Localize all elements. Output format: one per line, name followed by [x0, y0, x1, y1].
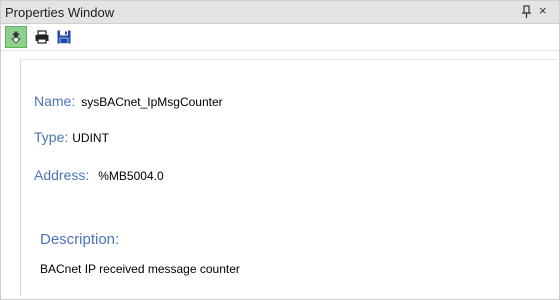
- title-bar[interactable]: Properties Window ×: [1, 1, 559, 24]
- name-row: Name: sysBACnet_IpMsgCounter: [34, 93, 223, 113]
- address-row: Address: %MB5004.0: [34, 167, 164, 187]
- address-label: Address:: [34, 167, 90, 183]
- name-value: sysBACnet_IpMsgCounter: [81, 95, 223, 109]
- print-button[interactable]: [31, 26, 53, 48]
- description-value: BACnet IP received message counter: [40, 262, 240, 276]
- name-label: Name:: [34, 93, 76, 109]
- close-button[interactable]: ×: [539, 3, 547, 19]
- type-label: Type:: [34, 129, 69, 145]
- window-title: Properties Window: [5, 5, 115, 20]
- toolbar-divider: [1, 50, 559, 51]
- address-value: %MB5004.0: [98, 169, 164, 183]
- toolbar: [1, 24, 559, 50]
- description-label: Description:: [40, 231, 120, 248]
- type-value: UDINT: [72, 131, 109, 145]
- properties-window: Properties Window × Name: sysBACnet_IpMs…: [0, 0, 560, 300]
- save-button[interactable]: [53, 26, 75, 48]
- navigate-button[interactable]: [5, 26, 27, 48]
- type-row: Type: UDINT: [34, 129, 109, 149]
- pin-icon[interactable]: [521, 4, 533, 20]
